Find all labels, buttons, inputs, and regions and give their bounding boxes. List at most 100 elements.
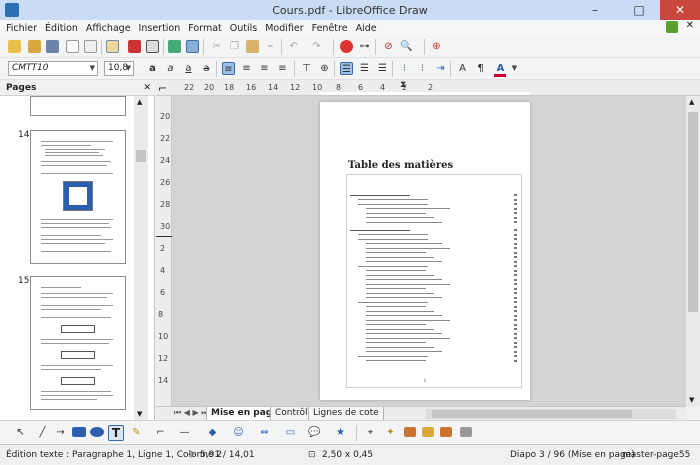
autospell-icon[interactable] [186,40,199,53]
font-name-box[interactable]: CMTT10 ▼ [8,61,98,76]
vertical-scrollbar[interactable]: ▲ ▼ [686,96,700,406]
close-document-icon[interactable]: ✕ [686,20,694,31]
image-icon[interactable] [422,427,434,437]
chevron-down-icon[interactable]: ▼ [508,62,521,75]
chevron-down-icon[interactable]: ▼ [689,396,694,404]
strikethrough-icon[interactable]: a [200,62,213,75]
chart-icon[interactable] [340,40,353,53]
flowchart-icon[interactable]: ▭ [284,426,297,439]
line-spacing-1-icon[interactable]: ☰ [340,62,353,75]
chevron-down-icon[interactable]: ▼ [137,410,142,418]
text-tool-icon[interactable]: T [108,425,124,441]
menu-edition[interactable]: Édition [45,23,78,34]
menu-affichage[interactable]: Affichage [86,23,131,34]
page-thumbnail-13[interactable] [30,96,126,116]
pages-scrollbar[interactable]: ▲ ▼ [134,96,148,420]
tab-lignes-de-cote[interactable]: Lignes de cote [308,407,384,421]
bullets-icon[interactable]: ⁝ [398,62,411,75]
menu-format[interactable]: Format [188,23,221,34]
menu-outils[interactable]: Outils [230,23,257,34]
numbering-icon[interactable]: ⁝ [416,62,429,75]
no-symbol-icon[interactable]: ⊘ [382,40,395,53]
edit-mode-icon[interactable] [106,40,119,53]
template-icon[interactable] [66,40,79,53]
fontwork-icon[interactable] [404,427,416,437]
horizontal-ruler[interactable]: ⌐ 22 20 18 16 14 12 10 8 6 4 2 2 ⧗ [156,80,700,96]
stars-icon[interactable]: ★ [334,426,347,439]
close-icon[interactable]: ✕ [143,80,151,96]
chevron-up-icon[interactable]: ▲ [137,98,142,106]
chevron-down-icon[interactable]: ▼ [126,62,131,75]
scrollbar-thumb[interactable] [136,150,146,162]
basic-shapes-icon[interactable]: ◆ [206,426,219,439]
scrollbar-thumb[interactable] [432,410,632,418]
horizontal-scrollbar[interactable] [426,409,676,419]
points-icon[interactable]: ⌖ [364,426,377,439]
align-left-icon[interactable]: ≡ [222,62,235,75]
glue-points-icon[interactable]: ✦ [384,426,397,439]
minimize-button[interactable]: – [582,0,608,20]
chevron-down-icon[interactable]: ▼ [90,62,95,75]
align-middle-icon[interactable]: ⊕ [318,62,331,75]
save-icon[interactable] [46,40,59,53]
new-icon[interactable] [8,40,21,53]
extrusion-icon[interactable] [440,427,452,437]
connector-icon[interactable]: ⌐ [154,426,167,439]
vertical-ruler[interactable]: 20 22 24 26 28 30 2 4 6 8 10 12 14 [156,96,172,406]
tab-stop-icon[interactable]: ⌐ [158,82,167,95]
toc-title[interactable]: Table des matières [348,160,453,171]
print-icon[interactable] [146,40,159,53]
undo-icon[interactable]: ↶ [287,40,300,53]
update-icon[interactable] [666,21,678,33]
cut-icon[interactable]: ✂ [210,40,223,53]
chevron-up-icon[interactable]: ▲ [689,98,694,106]
curve-icon[interactable]: ✎ [130,426,143,439]
select-icon[interactable]: ↖ [14,426,27,439]
menu-insertion[interactable]: Insertion [139,23,181,34]
help-icon[interactable]: ⊕ [430,40,443,53]
clone-formatting-icon[interactable]: ⌁ [264,40,277,53]
copy-icon[interactable]: ❐ [228,40,241,53]
paste-icon[interactable] [246,40,259,53]
spellcheck-icon[interactable] [168,40,181,53]
hyperlink-icon[interactable]: ⊶ [358,40,371,53]
document-page[interactable]: Table des matières ii [320,102,530,400]
redo-icon[interactable]: ↷ [310,40,323,53]
line-spacing-2-icon[interactable]: ☰ [376,62,389,75]
callouts-icon[interactable]: 💬 [308,426,321,439]
indent-marker-icon[interactable]: ⧗ [400,80,406,90]
maximize-button[interactable]: □ [626,0,652,20]
justify-icon[interactable]: ≡ [276,62,289,75]
close-button[interactable]: ✕ [660,0,700,20]
page-thumbnail-15[interactable] [30,276,126,410]
export-pdf-icon[interactable] [128,40,141,53]
lines-arrows-icon[interactable]: — [178,426,191,439]
menu-fichier[interactable]: Fichier [6,23,37,34]
align-center-icon[interactable]: ≡ [240,62,253,75]
indent-icon[interactable]: ⇥ [434,62,447,75]
rectangle-icon[interactable] [72,427,86,437]
symbol-shapes-icon[interactable]: ☺ [232,426,245,439]
align-top-icon[interactable]: ⊤ [300,62,313,75]
line-icon[interactable]: ╱ [36,426,49,439]
menu-fenetre[interactable]: Fenêtre [312,23,348,34]
open-icon[interactable] [28,40,41,53]
bold-icon[interactable]: a [146,62,159,75]
align-right-icon[interactable]: ≡ [258,62,271,75]
scrollbar-thumb[interactable] [688,112,698,312]
paragraph-icon[interactable]: ¶ [474,62,487,75]
character-icon[interactable]: A [456,62,469,75]
email-icon[interactable] [84,40,97,53]
block-arrows-icon[interactable]: ⇔ [258,426,271,439]
ellipse-icon[interactable] [90,427,104,437]
tab-nav-icons[interactable]: ⏮ ◀ ▶ ⏭ [174,408,208,418]
underline-icon[interactable]: a [182,62,195,75]
arrow-line-icon[interactable]: → [54,426,67,439]
italic-icon[interactable]: a [164,62,177,75]
canvas-workspace[interactable]: Table des matières ii [172,96,686,406]
menu-modifier[interactable]: Modifier [265,23,303,34]
page-thumbnail-14[interactable] [30,130,126,264]
find-replace-icon[interactable]: 🔍 [400,40,413,53]
line-spacing-15-icon[interactable]: ☰ [358,62,371,75]
menu-aide[interactable]: Aide [356,23,377,34]
